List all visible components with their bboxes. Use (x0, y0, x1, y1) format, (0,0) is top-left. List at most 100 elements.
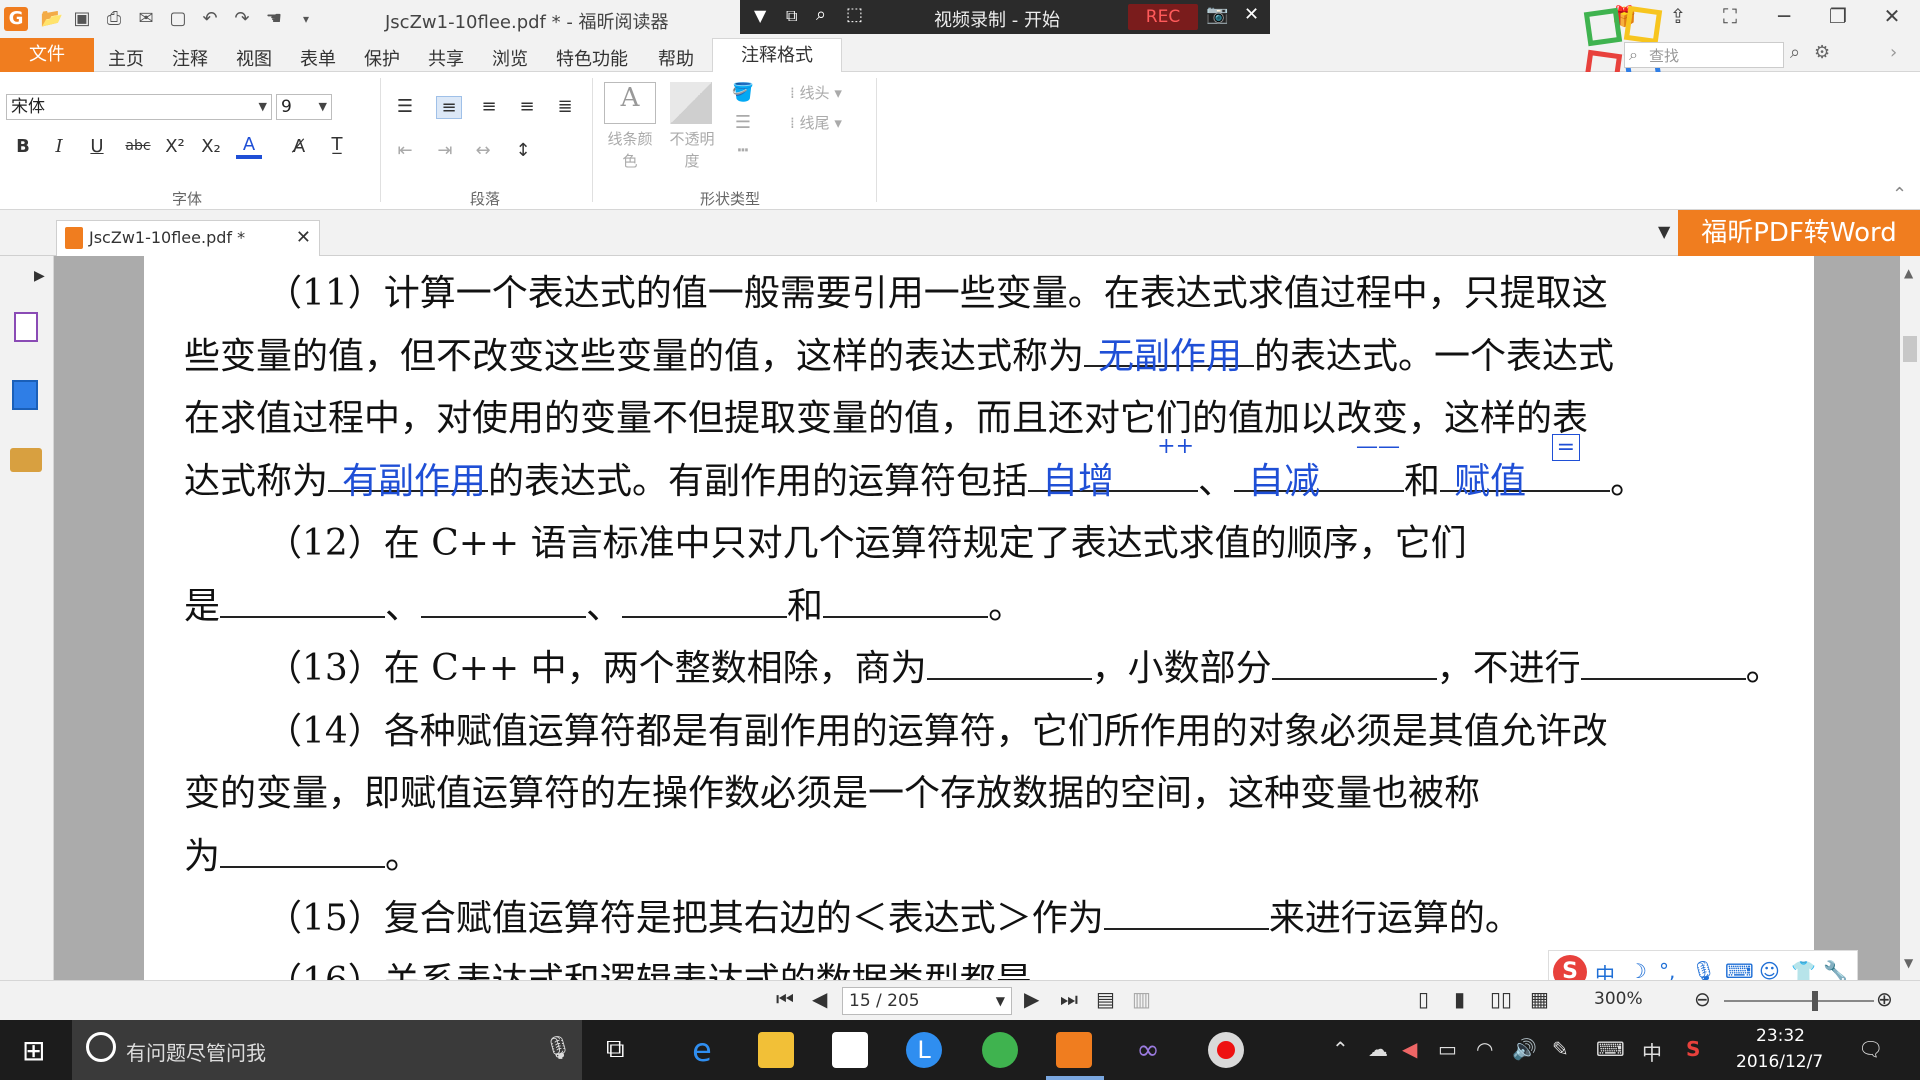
volume-icon[interactable]: 🔊 (1512, 1037, 1537, 1061)
indent-increase-icon[interactable]: ⇥ (432, 140, 458, 161)
search-input[interactable]: ⌕ 查找 (1624, 42, 1784, 68)
menu-browse[interactable]: 浏览 (492, 45, 528, 71)
file-explorer-icon[interactable] (758, 1032, 794, 1068)
underline-button[interactable]: U (84, 136, 110, 157)
view-cover-icon[interactable]: ▦ (1530, 987, 1549, 1011)
font-name-select[interactable]: 宋体 ▼ (6, 94, 272, 120)
rec-region-icon[interactable]: ⬚ (846, 4, 863, 25)
collapse-ribbon-icon[interactable]: ⌃ (1892, 184, 1907, 205)
wifi-icon[interactable]: ◠ (1476, 1037, 1493, 1061)
clock-date[interactable]: 2016/12/7 (1736, 1052, 1823, 1072)
rec-close-icon[interactable]: ✕ (1244, 4, 1259, 25)
pen-icon[interactable]: ✎ (1552, 1037, 1569, 1061)
italic-button[interactable]: I (46, 136, 72, 157)
subscript-button[interactable]: X₂ (198, 136, 224, 157)
align-left-icon[interactable]: ≡ (436, 96, 462, 119)
camera-icon[interactable]: 📷 (1206, 4, 1228, 25)
menu-file[interactable]: 文件 (0, 38, 94, 72)
zoom-level[interactable]: 300% (1594, 989, 1643, 1009)
line-head-button[interactable]: ⁞ 线头 ▾ (790, 82, 842, 103)
answer-operator[interactable]: = (1551, 433, 1581, 461)
answer-text[interactable]: 无副作用 (1084, 336, 1242, 377)
single-page-view-icon[interactable]: ▤ (1096, 987, 1115, 1011)
line-color-button[interactable]: 线条颜色 (604, 128, 656, 172)
line-width-icon[interactable]: ☰ (730, 112, 756, 133)
sogou-tray-icon[interactable]: S (1686, 1037, 1700, 1061)
zoom-slider[interactable] (1724, 1000, 1874, 1002)
minimize-button[interactable]: ─ (1764, 4, 1804, 28)
menu-form[interactable]: 表单 (300, 45, 336, 71)
print-icon[interactable]: ⎙ (102, 7, 126, 31)
scroll-up-icon[interactable]: ▲ (1904, 266, 1913, 280)
customize-toolbar-icon[interactable]: ▾ (294, 7, 318, 31)
font-color-button[interactable]: A (236, 134, 262, 159)
align-center-icon[interactable]: ≡ (476, 96, 502, 117)
fullscreen-icon[interactable]: ⛶ (1710, 4, 1750, 28)
strikethrough-button[interactable]: abc (122, 138, 154, 154)
facing-view-icon[interactable]: ▥ (1132, 987, 1151, 1011)
line-style-icon[interactable]: ┅ (730, 140, 756, 161)
store-icon[interactable] (832, 1032, 868, 1068)
answer-operator[interactable]: —— (1356, 434, 1400, 459)
menu-home[interactable]: 主页 (108, 45, 144, 71)
infinity-app-icon[interactable]: ∞ (1130, 1032, 1166, 1068)
answer-operator[interactable]: ++ (1157, 434, 1194, 459)
new-doc-icon[interactable]: ▢ (166, 7, 190, 31)
zoom-out-icon[interactable]: ⊖ (1694, 987, 1711, 1011)
line-tail-button[interactable]: ⁞ 线尾 ▾ (790, 112, 842, 133)
restore-button[interactable]: ❐ (1818, 4, 1858, 28)
task-view-icon[interactable]: ⧉ (606, 1034, 625, 1065)
action-center-icon[interactable]: 🗨 (1858, 1037, 1883, 1061)
convert-to-word-button[interactable]: 福昕PDF转Word (1678, 210, 1920, 256)
first-page-icon[interactable]: ⏮ (776, 987, 794, 1011)
align-right-icon[interactable]: ≡ (514, 96, 540, 117)
settings-icon[interactable]: ⚙ (1814, 42, 1830, 63)
menu-features[interactable]: 特色功能 (556, 45, 628, 71)
touch-keyboard-icon[interactable]: ⌨ (1596, 1037, 1625, 1061)
menu-help[interactable]: 帮助 (658, 45, 694, 71)
redo-icon[interactable]: ↷ (230, 7, 254, 31)
show-hidden-icons[interactable]: ⌃ (1332, 1037, 1349, 1061)
line-color-icon[interactable]: A (604, 82, 656, 124)
scroll-thumb[interactable] (1903, 336, 1917, 362)
app-logo-icon[interactable]: G (4, 7, 28, 31)
ribbon-forward-icon[interactable]: › (1890, 42, 1897, 63)
rec-menu-icon[interactable]: ▼ (754, 6, 766, 25)
zoom-slider-thumb[interactable] (1812, 991, 1818, 1011)
bookmark-icon[interactable] (14, 312, 38, 342)
tab-annotation-format[interactable]: 注释格式 (712, 38, 842, 73)
close-button[interactable]: ✕ (1872, 4, 1912, 28)
microphone-icon[interactable]: 🎙 (544, 1036, 572, 1061)
open-icon[interactable]: 📂 (40, 7, 64, 31)
tab-list-icon[interactable]: ▼ (1658, 222, 1670, 241)
foxit-reader-icon[interactable] (1056, 1032, 1092, 1068)
clock-time[interactable]: 23:32 (1756, 1026, 1805, 1046)
menu-share[interactable]: 共享 (428, 45, 464, 71)
answer-text[interactable]: 赋值 (1440, 461, 1526, 502)
clear-format-icon[interactable]: A̸ (286, 136, 312, 157)
last-page-icon[interactable]: ⏭ (1060, 987, 1078, 1011)
search-go-icon[interactable]: ⌕ (1790, 42, 1800, 63)
menu-view[interactable]: 视图 (236, 45, 272, 71)
view-continuous-icon[interactable]: ▮ (1454, 987, 1465, 1011)
bullet-list-icon[interactable]: ☰ (392, 96, 418, 117)
document-tab[interactable]: JscZw1-10flee.pdf * ✕ (56, 220, 320, 256)
line-spacing-icon[interactable]: ↕ (510, 140, 536, 161)
rec-window-icon[interactable]: ⧉ (786, 6, 797, 26)
hand-tool-icon[interactable]: ☚ (262, 7, 286, 31)
rec-zoom-icon[interactable]: ⌕ (816, 4, 826, 25)
bold-button[interactable]: B (10, 136, 36, 157)
scroll-down-icon[interactable]: ▼ (1904, 956, 1913, 970)
text-style-icon[interactable]: T̲ (324, 134, 350, 155)
vertical-scrollbar[interactable]: ▲ ▼ (1900, 256, 1920, 980)
save-icon[interactable]: ▣ (70, 7, 94, 31)
answer-text[interactable]: 自增 (1028, 461, 1114, 502)
prev-page-icon[interactable]: ◀ (812, 987, 827, 1011)
next-page-icon[interactable]: ▶ (1024, 987, 1039, 1011)
answer-text[interactable]: 有副作用 (328, 461, 486, 502)
char-spacing-icon[interactable]: ↔ (470, 140, 496, 161)
cloud-icon[interactable]: ☁ (1368, 1037, 1388, 1061)
menu-comment[interactable]: 注释 (172, 45, 208, 71)
expand-panel-icon[interactable]: ▶ (34, 268, 45, 284)
windows-start-icon[interactable]: ⊞ (22, 1034, 45, 1067)
